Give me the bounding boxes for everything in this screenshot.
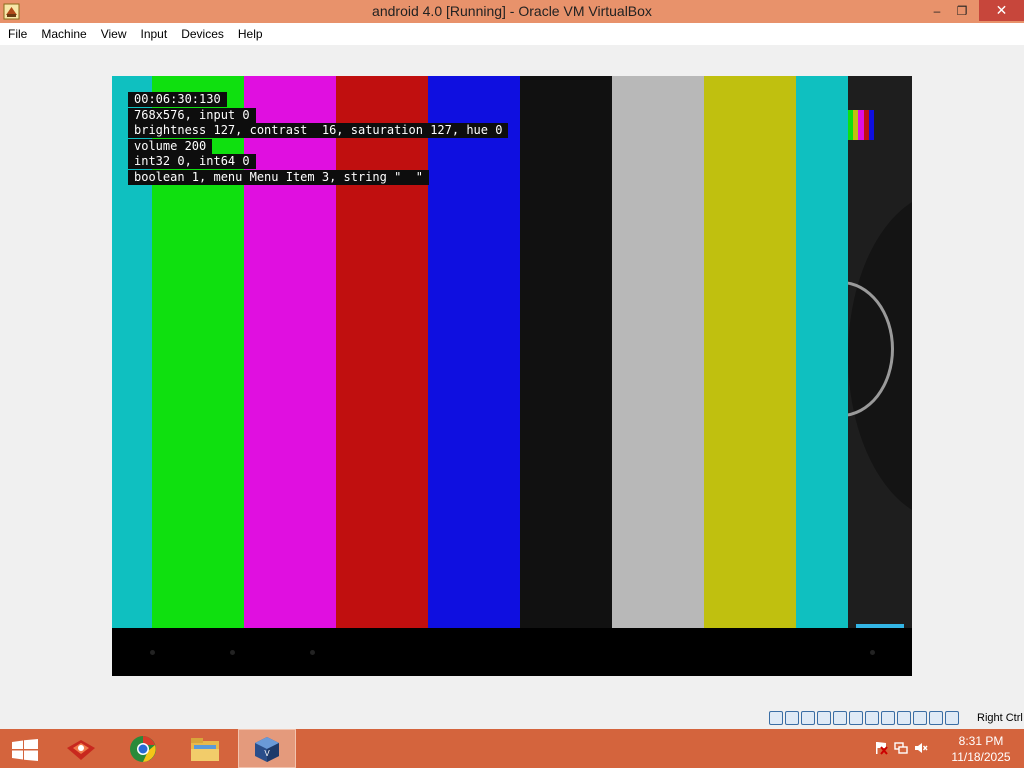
color-bar-6 bbox=[520, 76, 612, 628]
osd-volume: volume 200 bbox=[128, 138, 213, 154]
color-bar-7 bbox=[612, 76, 704, 628]
network-icon[interactable] bbox=[894, 741, 908, 755]
guest-display[interactable]: 00:06:30:130 768x576, input 0 brightness… bbox=[112, 76, 912, 676]
display-icon[interactable] bbox=[849, 711, 863, 725]
flag-icon[interactable] bbox=[874, 741, 888, 755]
host-key-label: Right Ctrl bbox=[977, 712, 1023, 724]
color-bar-8 bbox=[704, 76, 796, 628]
clock-time: 8:31 PM bbox=[958, 734, 1004, 748]
taskbar: V 8:31 PM 11/18/2025 bbox=[0, 729, 1024, 768]
menu-machine[interactable]: Machine bbox=[34, 23, 93, 45]
vrde-icon[interactable] bbox=[929, 711, 943, 725]
back-button[interactable] bbox=[150, 650, 155, 655]
video-capture-icon[interactable] bbox=[865, 711, 879, 725]
virtualbox-icon[interactable]: V bbox=[238, 729, 296, 768]
home-button[interactable] bbox=[230, 650, 235, 655]
menu-devices[interactable]: Devices bbox=[174, 23, 231, 45]
taskbar-clock[interactable]: 8:31 PM 11/18/2025 bbox=[946, 733, 1016, 765]
recents-button[interactable] bbox=[310, 650, 315, 655]
system-tray bbox=[874, 741, 928, 755]
menu-file[interactable]: File bbox=[0, 23, 34, 45]
close-button[interactable]: ✕ bbox=[979, 0, 1024, 21]
file-explorer-icon[interactable] bbox=[176, 729, 234, 768]
svg-text:V: V bbox=[264, 749, 270, 758]
windows-start-icon[interactable] bbox=[12, 739, 38, 761]
menu-bar: File Machine View Input Devices Help bbox=[0, 23, 1024, 45]
volume-muted-icon[interactable] bbox=[914, 741, 928, 755]
video-thumbnail[interactable] bbox=[848, 110, 875, 140]
osd-menu-string: boolean 1, menu Menu Item 3, string " " bbox=[128, 169, 429, 185]
thumbnail-stripe bbox=[868, 110, 875, 140]
minimize-button[interactable]: – bbox=[925, 0, 949, 21]
chrome-icon[interactable] bbox=[114, 729, 172, 768]
menu-view[interactable]: View bbox=[94, 23, 134, 45]
maximize-button[interactable]: ❐ bbox=[950, 0, 974, 21]
optical-drive-icon[interactable] bbox=[785, 711, 799, 725]
osd-int-values: int32 0, int64 0 bbox=[128, 154, 256, 169]
menu-help[interactable]: Help bbox=[231, 23, 270, 45]
title-bar: android 4.0 [Running] - Oracle VM Virtua… bbox=[0, 0, 1024, 23]
osd-overlay: 00:06:30:130 768x576, input 0 brightness… bbox=[128, 92, 509, 185]
osd-picture-settings: brightness 127, contrast 16, saturation … bbox=[128, 123, 509, 138]
app-red-icon[interactable] bbox=[52, 729, 110, 768]
device-indicators bbox=[769, 711, 959, 725]
menu-button[interactable] bbox=[870, 650, 875, 655]
clock-date: 11/18/2025 bbox=[951, 750, 1011, 764]
mouse-integration-icon[interactable] bbox=[897, 711, 911, 725]
osd-timecode: 00:06:30:130 bbox=[128, 92, 227, 107]
media-side-panel bbox=[848, 76, 912, 628]
window-title: android 4.0 [Running] - Oracle VM Virtua… bbox=[372, 3, 652, 19]
osd-resolution: 768x576, input 0 bbox=[128, 107, 256, 123]
harddisk-icon[interactable] bbox=[769, 711, 783, 725]
host-key-icon[interactable] bbox=[945, 711, 959, 725]
keyboard-icon[interactable] bbox=[913, 711, 927, 725]
color-bar-9 bbox=[796, 76, 848, 628]
menu-input[interactable]: Input bbox=[134, 23, 175, 45]
vm-status-bar: Right Ctrl bbox=[0, 709, 1024, 729]
usb-icon[interactable] bbox=[817, 711, 831, 725]
drag-drop-icon[interactable] bbox=[881, 711, 895, 725]
network-adapter-icon[interactable] bbox=[801, 711, 815, 725]
android-nav-bar bbox=[112, 628, 912, 676]
shared-folders-icon[interactable] bbox=[833, 711, 847, 725]
